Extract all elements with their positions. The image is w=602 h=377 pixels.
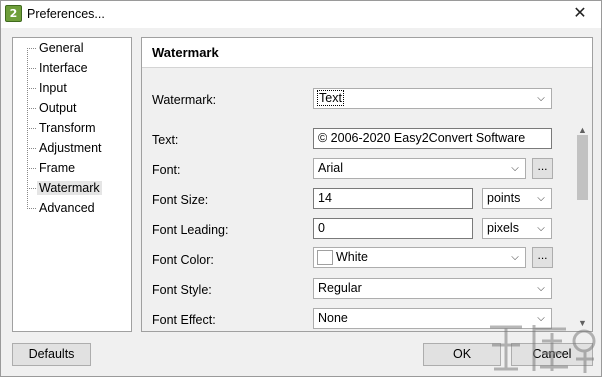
font-browse-button[interactable]: ...	[532, 158, 553, 179]
title-bar[interactable]: 2 Preferences... ✕	[1, 1, 601, 28]
font-effect-value: None	[318, 311, 348, 325]
tree-item-label: Adjustment	[39, 141, 102, 155]
tree-item-label: Transform	[39, 121, 96, 135]
font-size-input[interactable]: 14	[313, 188, 473, 209]
font-style-value: Regular	[318, 281, 362, 295]
font-size-unit-value: points	[487, 191, 521, 205]
panel-title: Watermark	[152, 45, 219, 60]
chevron-down-icon: ⌵	[537, 283, 545, 294]
tree-item-label: General	[39, 41, 84, 55]
tree-item-interface[interactable]: Interface	[27, 59, 90, 77]
font-leading-unit-select[interactable]: pixels ⌵	[482, 218, 552, 239]
font-leading-input[interactable]: 0	[313, 218, 473, 239]
color-swatch	[317, 250, 333, 265]
chevron-down-icon: ⌵	[537, 93, 545, 104]
tree-item-label: Watermark	[37, 181, 102, 195]
watermark-type-value: Text	[317, 90, 344, 106]
font-effect-label: Font Effect:	[152, 313, 216, 327]
font-color-browse-button[interactable]: ...	[532, 247, 553, 268]
font-leading-label: Font Leading:	[152, 223, 229, 237]
font-style-label: Font Style:	[152, 283, 212, 297]
watermark-type-label: Watermark:	[152, 93, 217, 107]
panel-header: Watermark	[142, 38, 592, 68]
tree-item-frame[interactable]: Frame	[27, 159, 77, 177]
text-label: Text:	[152, 133, 179, 147]
font-color-value: White	[336, 250, 368, 264]
settings-panel: Watermark Watermark: Text ⌵ Text: © 2006…	[141, 37, 593, 332]
font-leading-unit-value: pixels	[487, 221, 519, 235]
tree-item-label: Frame	[39, 161, 76, 175]
tree-item-label: Input	[39, 81, 67, 95]
font-leading-value: 0	[318, 221, 325, 235]
chevron-down-icon: ⌵	[511, 163, 519, 174]
chevron-down-icon: ⌵	[511, 252, 519, 263]
chevron-down-icon: ⌵	[537, 223, 545, 234]
vertical-scrollbar[interactable]: ▲ ▼	[574, 122, 591, 331]
defaults-button[interactable]: Defaults	[12, 343, 91, 366]
watermark-text-value: © 2006-2020 Easy2Convert Software	[318, 131, 526, 145]
tree-item-label: Advanced	[39, 201, 95, 215]
font-label: Font:	[152, 163, 181, 177]
font-color-select[interactable]: White ⌵	[313, 247, 526, 268]
tree-item-adjustment[interactable]: Adjustment	[27, 139, 104, 157]
tree-item-general[interactable]: General	[27, 39, 85, 57]
app-logo-icon: 2	[5, 5, 22, 22]
font-color-label: Font Color:	[152, 253, 214, 267]
tree-item-advanced[interactable]: Advanced	[27, 199, 97, 217]
tree-item-label: Interface	[39, 61, 88, 75]
site-watermark-logo	[490, 325, 596, 373]
watermark-text-input[interactable]: © 2006-2020 Easy2Convert Software	[313, 128, 552, 149]
font-size-label: Font Size:	[152, 193, 209, 207]
close-button[interactable]: ✕	[565, 3, 595, 25]
tree-item-output[interactable]: Output	[27, 99, 79, 117]
watermark-type-select[interactable]: Text ⌵	[313, 88, 552, 109]
chevron-down-icon: ⌵	[537, 193, 545, 204]
category-tree[interactable]: General Interface Input Output Transform…	[12, 37, 132, 332]
font-style-select[interactable]: Regular ⌵	[313, 278, 552, 299]
tree-item-input[interactable]: Input	[27, 79, 69, 97]
font-size-value: 14	[318, 191, 332, 205]
tree-item-label: Output	[39, 101, 77, 115]
font-value: Arial	[318, 161, 344, 175]
font-size-unit-select[interactable]: points ⌵	[482, 188, 552, 209]
preferences-window: 2 Preferences... ✕ General Interface Inp…	[0, 0, 602, 377]
scrollbar-thumb[interactable]	[577, 135, 588, 200]
tree-item-transform[interactable]: Transform	[27, 119, 98, 137]
window-title: Preferences...	[27, 7, 105, 21]
tree-item-watermark[interactable]: Watermark	[27, 179, 102, 197]
font-select[interactable]: Arial ⌵	[313, 158, 526, 179]
